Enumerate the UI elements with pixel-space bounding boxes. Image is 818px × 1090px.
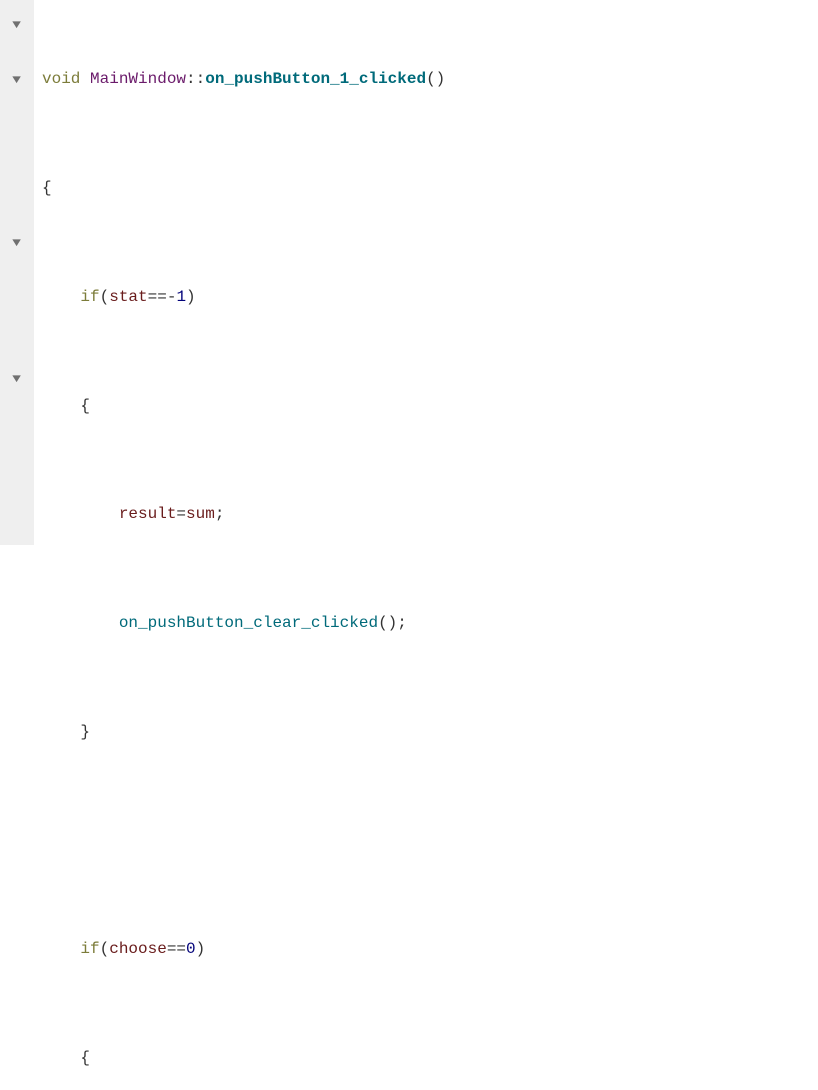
code-line[interactable]: void MainWindow::on_pushButton_1_clicked…: [42, 66, 465, 93]
variable: sum: [186, 501, 215, 528]
code-line[interactable]: {: [42, 175, 465, 202]
code-area[interactable]: void MainWindow::on_pushButton_1_clicked…: [34, 0, 465, 545]
scope-sep: ::: [186, 66, 205, 93]
type-name: MainWindow: [90, 66, 186, 93]
fold-row[interactable]: ▼: [0, 365, 34, 392]
fold-row: [0, 311, 34, 338]
fold-row: [0, 94, 34, 121]
fold-arrow-icon: ▼: [13, 70, 22, 90]
fold-arrow-icon: ▼: [13, 15, 22, 35]
fold-row: [0, 393, 34, 420]
fold-arrow-icon: ▼: [13, 233, 22, 253]
code-line[interactable]: {: [42, 393, 465, 420]
fold-row[interactable]: ▼: [0, 230, 34, 257]
code-line[interactable]: [42, 828, 465, 855]
variable: stat: [109, 284, 147, 311]
variable: result: [119, 501, 177, 528]
fold-gutter: ▼ ▼ ▼ ▼: [0, 0, 34, 545]
fold-row: [0, 202, 34, 229]
fold-arrow-icon: ▼: [13, 369, 22, 389]
fold-row: [0, 447, 34, 474]
keyword: if: [80, 284, 99, 311]
function-call: on_pushButton_clear_clicked: [119, 610, 378, 637]
keyword: if: [80, 936, 99, 963]
fold-row[interactable]: ▼: [0, 12, 34, 39]
fold-row: [0, 121, 34, 148]
fold-row: [0, 284, 34, 311]
code-line[interactable]: {: [42, 1045, 465, 1072]
fold-row: [0, 148, 34, 175]
fold-row: [0, 420, 34, 447]
code-line[interactable]: result=sum;: [42, 501, 465, 528]
fold-row: [0, 39, 34, 66]
keyword: void: [42, 66, 80, 93]
code-editor[interactable]: ▼ ▼ ▼ ▼ void MainWindow::on_pushButton_1…: [0, 0, 818, 545]
parens: (): [426, 66, 445, 93]
fold-row[interactable]: ▼: [0, 66, 34, 93]
fold-row: [0, 338, 34, 365]
code-line[interactable]: on_pushButton_clear_clicked();: [42, 610, 465, 637]
code-line[interactable]: if(stat==-1): [42, 284, 465, 311]
code-line[interactable]: }: [42, 719, 465, 746]
fold-row: [0, 501, 34, 528]
fold-row: [0, 175, 34, 202]
function-name: on_pushButton_1_clicked: [205, 66, 426, 93]
brace: }: [80, 719, 90, 746]
number-literal: 1: [176, 284, 186, 311]
fold-row: [0, 474, 34, 501]
brace: {: [80, 1045, 90, 1072]
brace: {: [80, 393, 90, 420]
number-literal: 0: [186, 936, 196, 963]
code-line[interactable]: if(choose==0): [42, 936, 465, 963]
variable: choose: [109, 936, 167, 963]
fold-row: [0, 257, 34, 284]
brace: {: [42, 175, 52, 202]
